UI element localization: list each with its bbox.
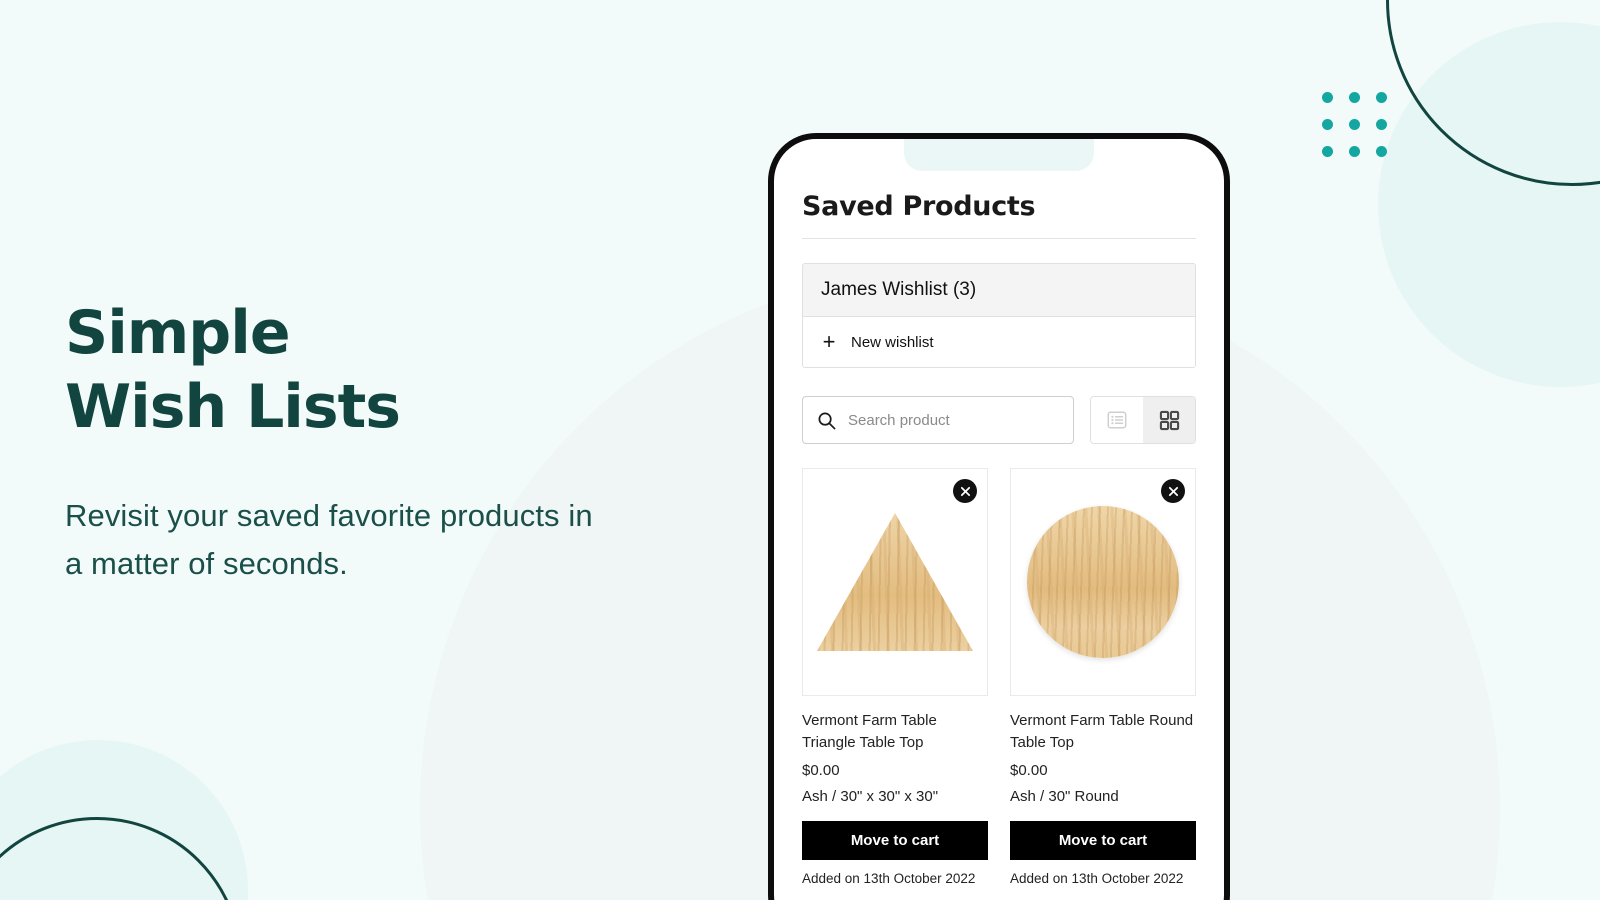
remove-product-button[interactable]	[953, 479, 977, 503]
product-image[interactable]	[1010, 468, 1196, 696]
decor-mint-circle-top-right	[1378, 22, 1600, 387]
hero-subtitle: Revisit your saved favorite products in …	[65, 498, 593, 581]
move-to-cart-button[interactable]: Move to cart	[1010, 821, 1196, 860]
product-added-date: Added on 13th October 2022	[1010, 871, 1184, 886]
new-wishlist-label: New wishlist	[851, 333, 934, 351]
product-variant: Ash / 30" Round	[1010, 788, 1119, 805]
product-grid: Vermont Farm Table Triangle Table Top $0…	[802, 468, 1196, 886]
close-icon	[960, 486, 970, 496]
list-view-icon[interactable]	[1091, 397, 1143, 443]
product-added-date: Added on 13th October 2022	[802, 871, 976, 886]
close-icon	[1168, 486, 1178, 496]
search-icon	[817, 411, 836, 430]
search-box[interactable]	[802, 396, 1074, 444]
grid-view-icon[interactable]	[1143, 397, 1195, 443]
round-wood-table-top	[1027, 506, 1179, 658]
product-card: Vermont Farm Table Triangle Table Top $0…	[802, 468, 988, 886]
decor-ring-top-right	[1386, 0, 1600, 186]
plus-icon: +	[822, 329, 836, 354]
hero-section: Simple Wish Lists Revisit your saved fav…	[65, 296, 765, 588]
product-toolbar	[802, 396, 1196, 444]
product-price: $0.00	[1010, 762, 1048, 779]
product-name: Vermont Farm Table Round Table Top	[1010, 712, 1194, 751]
decor-ring-bottom-left	[0, 817, 242, 900]
wishlist-current-item[interactable]: James Wishlist (3)	[803, 264, 1195, 317]
product-name: Vermont Farm Table Triangle Table Top	[802, 712, 937, 751]
remove-product-button[interactable]	[1161, 479, 1185, 503]
move-to-cart-button[interactable]: Move to cart	[802, 821, 988, 860]
triangle-wood-table-top	[817, 513, 973, 651]
page-title: Simple Wish Lists	[65, 298, 401, 442]
decor-mint-circle-bottom-left	[0, 740, 248, 900]
phone-mockup: Saved Products James Wishlist (3) + New …	[768, 133, 1230, 900]
view-mode-toggle	[1090, 396, 1196, 444]
phone-screen: Saved Products James Wishlist (3) + New …	[774, 139, 1224, 900]
dot-grid-icon	[1322, 92, 1387, 157]
product-image[interactable]	[802, 468, 988, 696]
wishlist-selector: James Wishlist (3) + New wishlist	[802, 263, 1196, 368]
product-variant: Ash / 30" x 30" x 30"	[802, 788, 939, 805]
product-card: Vermont Farm Table Round Table Top $0.00…	[1010, 468, 1196, 886]
search-input[interactable]	[848, 411, 1059, 429]
product-price: $0.00	[802, 762, 840, 779]
screen-title: Saved Products	[802, 191, 1196, 239]
new-wishlist-button[interactable]: + New wishlist	[803, 317, 1195, 367]
